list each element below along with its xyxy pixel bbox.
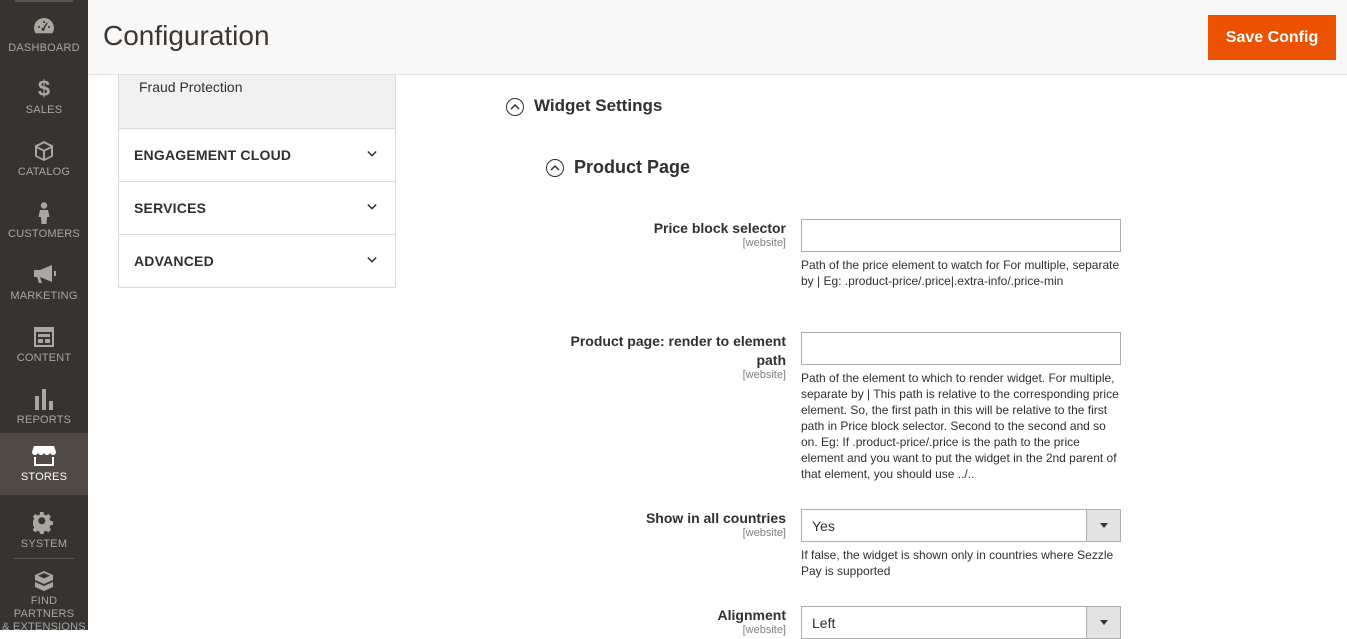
nav-item-content[interactable]: CONTENT	[0, 314, 88, 376]
nav-item-sales[interactable]: $ SALES	[0, 66, 88, 128]
chevron-up-circle-icon	[506, 98, 524, 116]
dashboard-icon	[0, 16, 88, 38]
field-label-price-block-selector: Price block selector	[653, 220, 786, 236]
render-element-path-input[interactable]	[801, 332, 1121, 365]
nav-item-find-partners[interactable]: FIND PARTNERS & EXTENSIONS	[0, 560, 88, 633]
field-label-line2: path	[756, 352, 786, 368]
select-value: Yes	[812, 518, 835, 534]
nav-label-line2: & EXTENSIONS	[2, 621, 86, 633]
nav-label: CUSTOMERS	[8, 228, 80, 240]
gear-icon	[0, 512, 88, 535]
chevron-down-icon	[367, 203, 377, 210]
nav-label: MARKETING	[10, 290, 78, 302]
scope-label: [website]	[742, 527, 786, 539]
subsection-title: Product Page	[574, 157, 691, 177]
show-in-all-countries-select[interactable]: Yes	[801, 509, 1121, 542]
tab-group-label: ADVANCED	[134, 253, 214, 269]
tab-sub-item-label: Fraud Protection	[139, 79, 243, 95]
nav-label: CONTENT	[16, 352, 72, 364]
nav-label-line1: FIND PARTNERS	[13, 595, 75, 620]
dollar-icon: $	[37, 76, 51, 101]
field-note: Path of the element to which to render w…	[801, 371, 1119, 481]
page-title: Configuration	[103, 20, 270, 51]
megaphone-icon	[0, 264, 88, 286]
nav-label: SYSTEM	[20, 538, 68, 550]
nav-label: STORES	[20, 471, 68, 483]
chevron-up-circle-icon	[546, 159, 564, 177]
chevron-down-icon	[367, 150, 377, 157]
field-note: Path of the price element to watch for F…	[801, 258, 1120, 288]
storefront-icon	[0, 445, 88, 467]
nav-item-marketing[interactable]: MARKETING	[0, 252, 88, 314]
nav-item-stores[interactable]: STORES	[0, 433, 88, 495]
admin-sidebar: DASHBOARD $ SALES CATALOG CUSTOMERS MARK…	[0, 0, 88, 633]
tab-group-services[interactable]: SERVICES	[118, 182, 396, 235]
price-block-selector-input[interactable]	[801, 219, 1121, 252]
alignment-select[interactable]: Left	[801, 606, 1121, 639]
nav-label: REPORTS	[16, 414, 72, 426]
tab-group-advanced[interactable]: ADVANCED	[118, 235, 396, 288]
nav-label: FIND PARTNERS & EXTENSIONS	[0, 595, 88, 634]
chevron-down-icon	[367, 256, 377, 263]
nav-item-reports[interactable]: REPORTS	[0, 376, 88, 438]
cubes-icon	[0, 570, 88, 592]
nav-divider	[14, 558, 74, 559]
field-note: If false, the widget is shown only in co…	[801, 548, 1114, 578]
nav-label: DASHBOARD	[8, 42, 80, 54]
config-tabs: Fraud Protection ENGAGEMENT CLOUD SERVIC…	[118, 75, 396, 288]
tab-group-label: ENGAGEMENT CLOUD	[134, 147, 292, 163]
select-value: Left	[812, 615, 836, 631]
nav-label: CATALOG	[17, 166, 71, 178]
scope-label: [website]	[742, 624, 786, 636]
field-label-alignment: Alignment	[717, 607, 786, 623]
dropdown-arrow-icon	[1086, 607, 1120, 638]
scope-label: [website]	[742, 369, 786, 381]
tab-group-label: SERVICES	[134, 200, 207, 216]
page-header: Configuration Save Config	[88, 0, 1347, 75]
save-config-button[interactable]: Save Config	[1208, 15, 1336, 60]
tab-sub-item-fraud-protection[interactable]: Fraud Protection	[118, 75, 396, 129]
bar-chart-icon	[0, 388, 88, 410]
nav-item-customers[interactable]: CUSTOMERS	[0, 190, 88, 252]
field-label-show-in-all-countries: Show in all countries	[645, 510, 786, 526]
layout-icon	[0, 326, 88, 348]
nav-item-system[interactable]: SYSTEM	[0, 500, 88, 562]
nav-label: SALES	[25, 104, 63, 116]
scope-label: [website]	[742, 237, 786, 249]
sidebar-top-divider	[15, 0, 73, 2]
box-icon	[0, 140, 88, 162]
dropdown-arrow-icon	[1086, 510, 1120, 541]
tab-group-engagement-cloud[interactable]: ENGAGEMENT CLOUD	[118, 129, 396, 182]
field-label-line1: Product page: render to element	[570, 333, 786, 349]
section-title: Widget Settings	[534, 96, 663, 115]
nav-item-catalog[interactable]: CATALOG	[0, 128, 88, 190]
nav-item-dashboard[interactable]: DASHBOARD	[0, 4, 88, 66]
field-label-render-to-element-path: Product page: render to element path	[571, 332, 786, 370]
person-icon	[0, 202, 88, 224]
